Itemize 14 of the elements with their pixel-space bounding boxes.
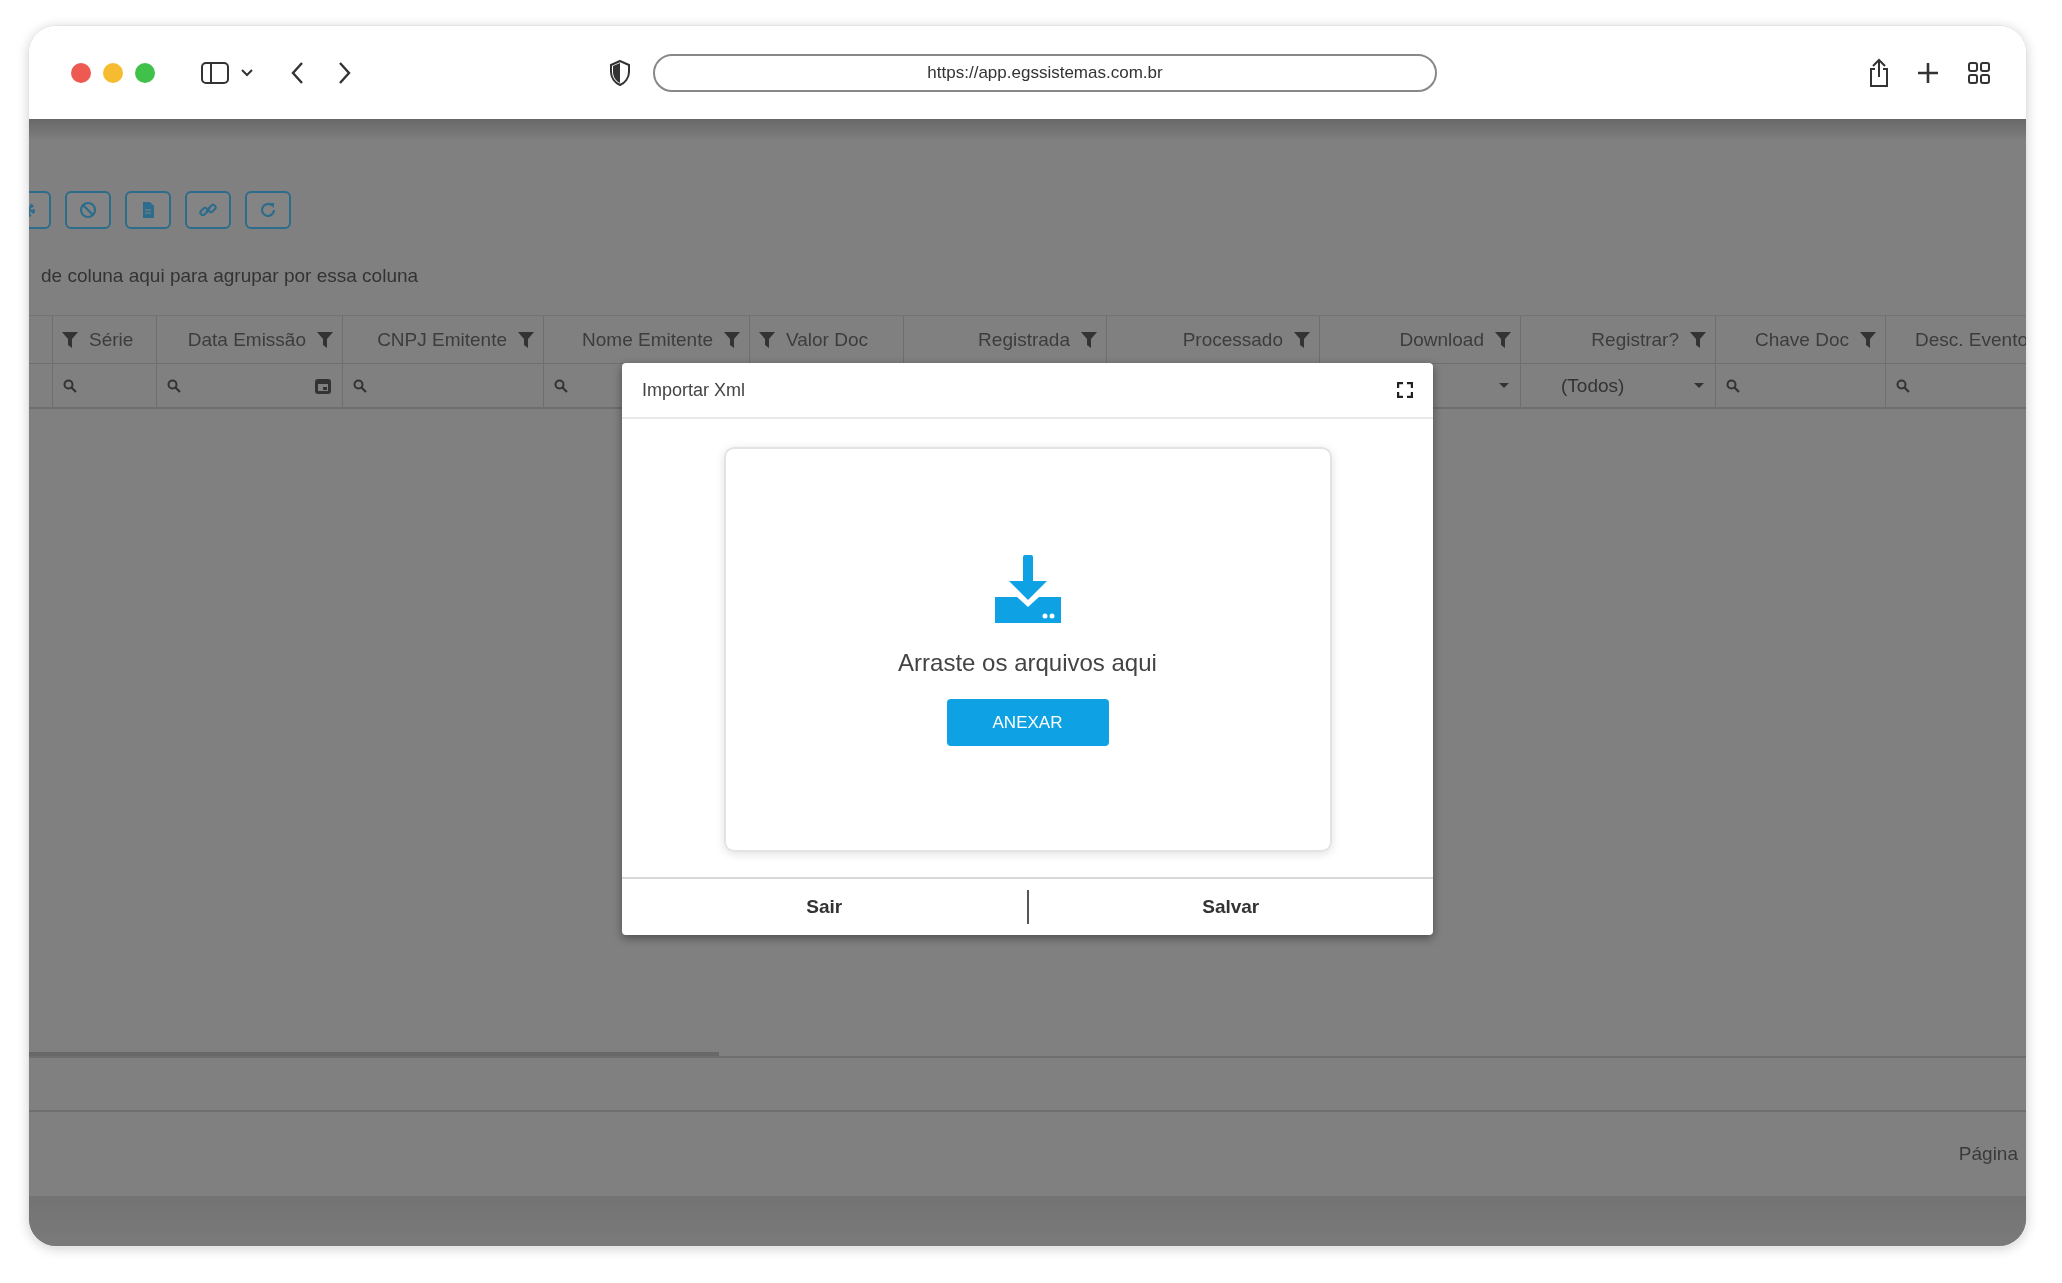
column-label: Valor Doc: [786, 328, 868, 351]
dialog-title: Importar Xml: [642, 379, 746, 401]
column-label: Série: [89, 328, 134, 351]
pager-label: Página: [1958, 1143, 2018, 1165]
drop-instruction: Arraste os arquivos aqui: [898, 649, 1157, 677]
column-label: Nome Emitente: [582, 328, 713, 351]
column-label: Registrar?: [1591, 328, 1679, 351]
column-label: Download: [1399, 328, 1484, 351]
column-label: Registrada: [978, 328, 1070, 351]
column-label: Processado: [1182, 328, 1283, 351]
column-label: Chave Doc: [1755, 328, 1849, 351]
group-by-hint: de coluna aqui para agrupar por essa coluna: [41, 265, 419, 286]
column-label: Data Emissão: [187, 328, 306, 351]
column-label: CNPJ Emitente: [377, 328, 507, 351]
